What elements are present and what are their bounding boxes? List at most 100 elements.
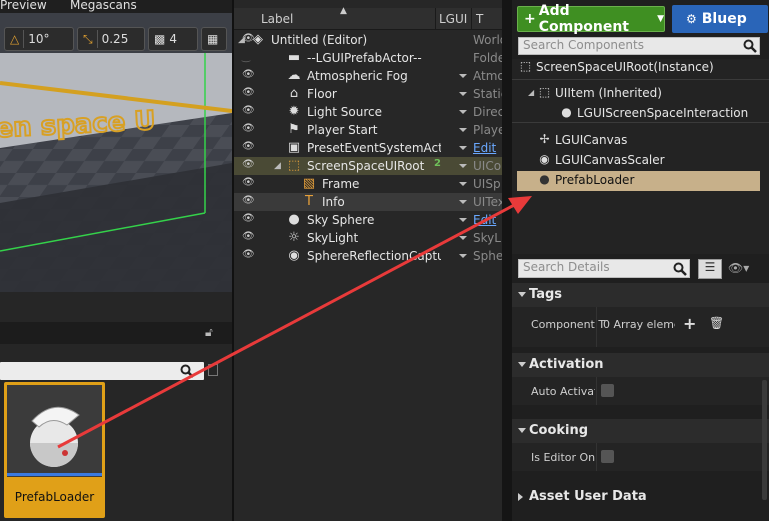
tab-megascans[interactable]: Megascans bbox=[70, 0, 137, 12]
visibility-eye-icon[interactable]: 👁︎ bbox=[242, 88, 256, 98]
tree-expander-icon[interactable]: ◢ bbox=[528, 88, 534, 97]
lgui-column-header[interactable]: LGUI bbox=[439, 12, 467, 26]
viewport-scene[interactable]: en space U bbox=[0, 53, 232, 292]
search-details-placeholder: Search Details bbox=[523, 260, 610, 274]
blueprint-button[interactable]: ⚙ Bluep bbox=[672, 5, 768, 33]
visibility-eye-icon[interactable]: 👁︎ bbox=[242, 106, 256, 116]
outliner-row-label: Atmospheric Fog bbox=[307, 69, 408, 83]
chevron-down-icon[interactable] bbox=[459, 146, 467, 150]
component-item[interactable]: ● LGUIScreenSpaceInteraction bbox=[512, 103, 769, 123]
outliner-row[interactable]: 👁︎ ▣ PresetEventSystemActo Edit bbox=[234, 139, 502, 157]
world-outliner: Label ▲ LGUI T 👁︎ ◢ ◈ Untitled (Editor) Worl… bbox=[234, 0, 502, 521]
section-activation[interactable]: Activation bbox=[512, 353, 769, 377]
section-tags[interactable]: Tags bbox=[512, 283, 769, 307]
asset-thumbnail bbox=[7, 385, 102, 477]
tab-preview[interactable]: Preview bbox=[0, 0, 47, 12]
visibility-filter-button[interactable]: 👁︎▾ bbox=[728, 261, 749, 275]
type-column-header[interactable]: T bbox=[476, 12, 483, 26]
outliner-row[interactable]: 👁︎ ◉ SphereReflectionCaptu Sphe bbox=[234, 247, 502, 265]
section-activation-title: Activation bbox=[529, 357, 604, 372]
section-asset-user-data[interactable]: Asset User Data bbox=[512, 485, 769, 509]
asset-type-bar bbox=[7, 473, 102, 476]
chevron-down-icon[interactable] bbox=[459, 236, 467, 240]
details-scrollbar[interactable] bbox=[762, 380, 767, 500]
chevron-down-icon[interactable] bbox=[459, 74, 467, 78]
chevron-down-icon[interactable] bbox=[459, 92, 467, 96]
visibility-eye-icon[interactable]: 👁︎ bbox=[242, 160, 256, 170]
component-item[interactable]: ⬚ ScreenSpaceUIRoot(Instance) bbox=[512, 57, 769, 77]
chevron-down-icon[interactable] bbox=[459, 182, 467, 186]
add-element-icon[interactable]: + bbox=[683, 314, 696, 333]
sort-arrow-icon[interactable]: ▲ bbox=[340, 6, 347, 16]
outliner-row-type[interactable]: Edit bbox=[473, 141, 502, 155]
asset-name: PrefabLoader bbox=[14, 490, 95, 504]
visibility-eye-icon[interactable]: 👁︎ bbox=[242, 196, 256, 206]
outliner-row[interactable]: 👁︎ ▧ Frame UISp bbox=[234, 175, 502, 193]
outliner-row-type: SkyL bbox=[473, 231, 501, 245]
prop-auto-activate-label: Auto Activat bbox=[531, 385, 595, 398]
visibility-eye-icon[interactable]: 👁︎ bbox=[242, 142, 256, 152]
auto-activate-checkbox[interactable] bbox=[601, 384, 614, 397]
chevron-down-icon[interactable] bbox=[459, 200, 467, 204]
asset-tile-prefabloader[interactable]: PrefabLoader bbox=[4, 382, 105, 518]
camera-speed-control[interactable]: ▩ 4 bbox=[148, 27, 198, 51]
tree-expander-icon[interactable]: ◢ bbox=[274, 161, 281, 171]
outliner-row[interactable]: 👁︎ ● Sky Sphere Edit bbox=[234, 211, 502, 229]
outliner-row[interactable]: ‿ ▬ --LGUIPrefabActor-- Folde bbox=[234, 49, 502, 67]
section-cooking[interactable]: Cooking bbox=[512, 419, 769, 443]
outliner-row[interactable]: 👁︎ ☼ SkyLight SkyL bbox=[234, 229, 502, 247]
trash-icon[interactable]: 🗑︎ bbox=[709, 316, 724, 330]
visibility-eye-icon[interactable]: 👁︎ bbox=[242, 70, 256, 80]
content-search-input[interactable] bbox=[0, 362, 204, 380]
outliner-row-type: UISp bbox=[473, 177, 501, 191]
component-label: UIItem (Inherited) bbox=[555, 86, 662, 100]
outliner-row-type[interactable]: Edit bbox=[473, 213, 502, 227]
search-details-input[interactable]: Search Details bbox=[518, 259, 690, 278]
component-item[interactable]: ✢ LGUICanvas bbox=[512, 130, 769, 150]
outliner-row-label: Light Source bbox=[307, 105, 382, 119]
search-icon bbox=[180, 364, 194, 378]
property-matrix-button[interactable]: ☰ bbox=[698, 259, 722, 279]
visibility-eye-icon[interactable]: ‿ bbox=[242, 52, 256, 63]
is-editor-only-checkbox[interactable] bbox=[601, 450, 614, 463]
visibility-eye-icon[interactable]: 👁︎ bbox=[242, 214, 256, 224]
outliner-row[interactable]: 👁︎◢◈Untitled (Editor)World bbox=[234, 31, 502, 49]
viewport-layout-button[interactable]: ▦ bbox=[201, 27, 227, 51]
chevron-down-icon[interactable] bbox=[459, 254, 467, 258]
angle-snap-control[interactable]: △ 10° bbox=[4, 27, 74, 51]
visibility-eye-icon[interactable]: 👁︎ bbox=[242, 250, 256, 260]
outliner-row[interactable]: 👁︎ T Info UITex bbox=[234, 193, 502, 211]
add-component-button[interactable]: + Add Component ▼ bbox=[517, 3, 665, 35]
outliner-row[interactable]: 👁︎ ⚑ Player Start Playe bbox=[234, 121, 502, 139]
tree-expander-icon[interactable]: ◢ bbox=[238, 35, 245, 45]
component-item[interactable]: ◉ LGUICanvasScaler bbox=[512, 150, 769, 170]
outliner-row[interactable]: 👁︎ ✹ Light Source Direc bbox=[234, 103, 502, 121]
scale-snap-control[interactable]: ⤡ 0.25 bbox=[77, 27, 145, 51]
outliner-row[interactable]: 👁︎ ☁ Atmospheric Fog Atmo bbox=[234, 67, 502, 85]
outliner-row-label: Untitled (Editor) bbox=[271, 33, 368, 47]
skylight-icon: ☼ bbox=[288, 230, 300, 245]
player-start-icon: ⚑ bbox=[288, 122, 300, 137]
chevron-down-icon[interactable] bbox=[459, 110, 467, 114]
save-icon[interactable] bbox=[208, 364, 218, 376]
outliner-row[interactable]: 👁︎ ⌂ Floor Static bbox=[234, 85, 502, 103]
component-item[interactable]: ● PrefabLoader bbox=[512, 170, 769, 190]
visibility-eye-icon[interactable]: 👁︎ bbox=[242, 178, 256, 188]
prop-component-tags: Component T 0 Array eleme + 🗑︎ bbox=[512, 307, 769, 347]
search-components-input[interactable]: Search Components bbox=[518, 37, 760, 55]
ui-badge: 2 bbox=[434, 158, 441, 169]
chevron-down-icon[interactable] bbox=[459, 128, 467, 132]
search-components-placeholder: Search Components bbox=[523, 38, 644, 52]
lock-icon[interactable]: 🔓︎ bbox=[205, 325, 213, 340]
chevron-down-icon[interactable] bbox=[459, 164, 467, 168]
interaction-component-icon: ● bbox=[561, 105, 572, 119]
chevron-down-icon[interactable] bbox=[459, 218, 467, 222]
visibility-eye-icon[interactable]: 👁︎ bbox=[242, 232, 256, 242]
outliner-row-type: Static bbox=[473, 87, 502, 101]
visibility-eye-icon[interactable]: 👁︎ bbox=[242, 124, 256, 134]
label-column-header[interactable]: Label bbox=[261, 12, 293, 26]
component-item[interactable]: ◢ ⬚ UIItem (Inherited) bbox=[512, 83, 769, 103]
level-viewport[interactable]: en space U Preview Megascans △ 10° ⤡ 0.2… bbox=[0, 0, 232, 292]
add-component-label: Add Component bbox=[538, 3, 629, 35]
outliner-row[interactable]: 👁︎ ◢ ⬚ ScreenSpaceUIRoot 2 UICo bbox=[234, 157, 502, 175]
